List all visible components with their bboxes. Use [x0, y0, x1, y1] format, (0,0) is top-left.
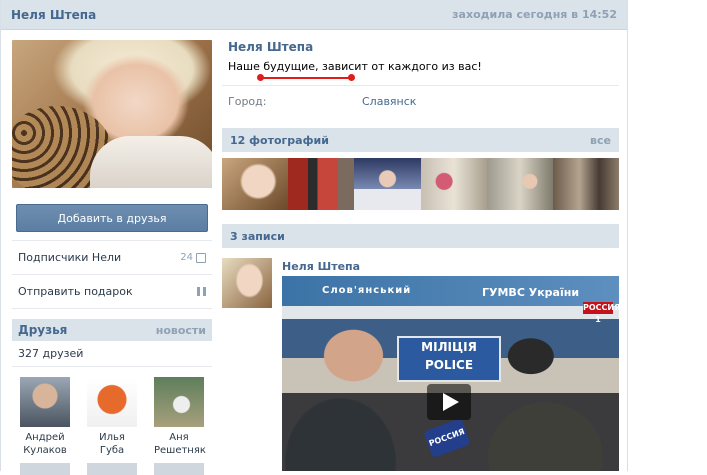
photo-thumb[interactable] [222, 158, 289, 210]
post-author-avatar[interactable] [222, 258, 272, 308]
photos-header: 12 фотографий все [222, 128, 619, 152]
right-column: Неля Штепа Наше будущие, зависит от кажд… [222, 40, 620, 308]
underline-dot-right [348, 74, 355, 81]
friend-item[interactable]: Илья Губа [87, 377, 137, 457]
followers-count-value: 24 [180, 252, 193, 263]
video-microphone: РОССИЯ [423, 418, 471, 458]
video-channel-logo: РОССИЯ 1 [583, 302, 619, 324]
left-column: Добавить в друзья Подписчики Нели 24 Отп… [12, 40, 212, 475]
friend-photo[interactable] [87, 377, 137, 427]
profile-avatar[interactable] [12, 40, 212, 188]
video-person-left [282, 306, 412, 471]
profile-name: Неля Штепа [228, 40, 314, 54]
gift-icon [197, 287, 206, 296]
friend-item[interactable]: Аня Решетняк [154, 377, 206, 457]
underline-dot-left [257, 74, 264, 81]
followers-label: Подписчики Нели [18, 251, 122, 264]
send-gift-link[interactable]: Отправить подарок [12, 275, 212, 309]
profile-page: Неля Штепа заходила сегодня в 14:52 Доба… [0, 0, 628, 475]
friend-photo[interactable] [154, 377, 204, 427]
photo-thumb[interactable] [486, 158, 553, 210]
photo-thumb[interactable] [552, 158, 620, 210]
photo-thumb[interactable] [354, 158, 421, 210]
add-friend-button[interactable]: Добавить в друзья [16, 204, 208, 232]
friends-next-row [12, 457, 212, 475]
city-row: Город: Славянск [228, 95, 619, 108]
people-icon [196, 252, 206, 263]
topbar-name[interactable]: Неля Штепа [11, 8, 96, 22]
play-icon[interactable] [427, 384, 471, 420]
profile-topbar: Неля Штепа заходила сегодня в 14:52 [1, 0, 627, 30]
underline-bar [260, 77, 352, 79]
friend-last-name: Кулаков [23, 445, 67, 456]
avatar-pillow [90, 136, 212, 188]
friend-first-name: Аня [169, 432, 189, 443]
posts-title[interactable]: 3 записи [230, 230, 285, 243]
video-sign-gumvs: ГУМВС України [482, 286, 580, 299]
profile-status[interactable]: Наше будущие, зависит от каждого из вас! [228, 60, 619, 73]
friend-first-name: Андрей [25, 432, 65, 443]
friend-first-name: Илья [99, 432, 125, 443]
photos-strip [222, 158, 620, 210]
friends-title[interactable]: Друзья [18, 323, 67, 337]
last-seen: заходила сегодня в 14:52 [452, 8, 617, 21]
posts-header: 3 записи [222, 224, 619, 248]
video-person-right [472, 331, 619, 471]
friend-photo-partial[interactable] [20, 463, 70, 475]
followers-link[interactable]: Подписчики Нели 24 [12, 240, 212, 275]
photo-thumb[interactable] [288, 158, 355, 210]
photos-title[interactable]: 12 фотографий [230, 134, 329, 147]
friends-news-link[interactable]: новости [156, 324, 206, 337]
post-video[interactable]: Слов'янський ГУМВС України РОССИЯ 1 МІЛІ… [282, 276, 619, 471]
friend-photo[interactable] [20, 377, 70, 427]
divider [222, 85, 619, 86]
friend-item[interactable]: Андрей Кулаков [20, 377, 70, 457]
status-red-underline [257, 73, 355, 83]
send-gift-label: Отправить подарок [18, 285, 133, 298]
friends-grid: Андрей Кулаков Илья Губа Аня Решетняк [12, 367, 212, 457]
city-link[interactable]: Славянск [362, 95, 416, 108]
photos-all-link[interactable]: все [590, 134, 611, 147]
photo-thumb[interactable] [420, 158, 487, 210]
city-label: Город: [228, 95, 267, 108]
friend-photo-partial[interactable] [154, 463, 204, 475]
friends-count[interactable]: 327 друзей [12, 341, 212, 367]
friends-header: Друзья новости [12, 319, 212, 341]
followers-count: 24 [180, 252, 206, 263]
friend-photo-partial[interactable] [87, 463, 137, 475]
friend-last-name: Губа [99, 445, 125, 456]
friend-last-name: Решетняк [154, 445, 206, 456]
